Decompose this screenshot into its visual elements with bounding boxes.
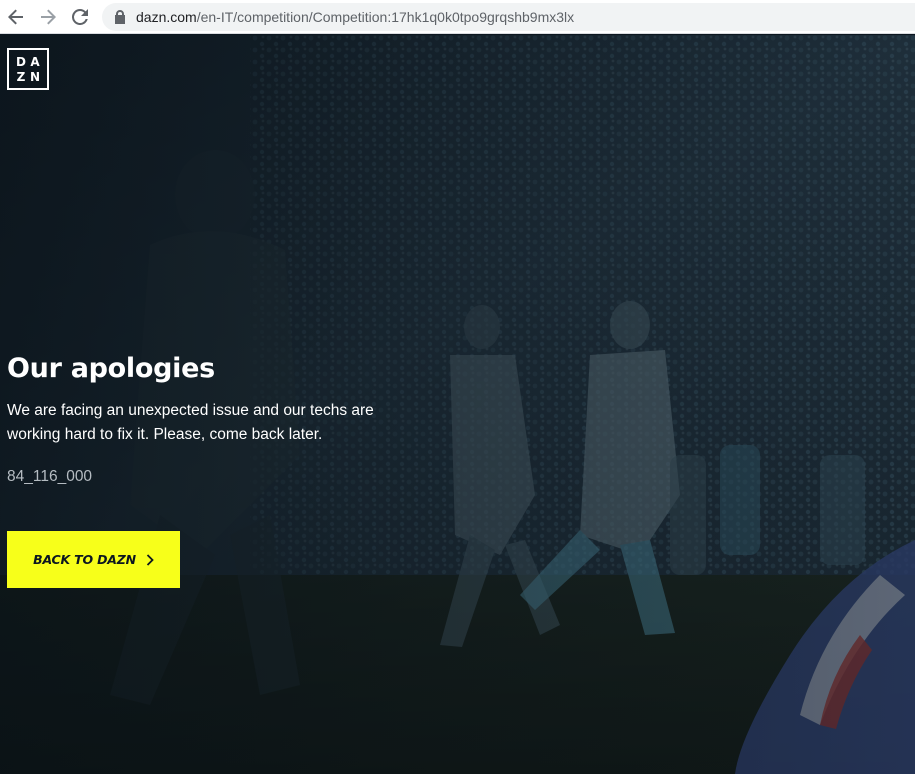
back-to-dazn-label: BACK TO DAZN xyxy=(33,552,136,567)
dazn-logo[interactable]: D A Z N xyxy=(7,48,49,90)
url-host: dazn.com xyxy=(136,9,197,25)
error-content: Our apologies We are facing an unexpecte… xyxy=(7,351,427,588)
url-path: /en-IT/competition/Competition:17hk1q0k0… xyxy=(196,9,575,25)
arrow-right-icon xyxy=(41,9,56,25)
address-bar[interactable]: dazn.com/en-IT/competition/Competition:1… xyxy=(102,3,915,31)
logo-letter: D xyxy=(16,54,26,69)
arrow-left-icon xyxy=(8,9,23,25)
browser-toolbar: dazn.com/en-IT/competition/Competition:1… xyxy=(0,0,915,34)
reload-icon xyxy=(72,9,88,25)
url-text[interactable]: dazn.com/en-IT/competition/Competition:1… xyxy=(136,8,574,26)
error-code: 84_116_000 xyxy=(7,468,93,485)
lock-icon xyxy=(115,10,125,24)
reload-button[interactable] xyxy=(68,5,92,29)
logo-letter: A xyxy=(30,54,40,69)
back-button[interactable] xyxy=(4,5,28,29)
logo-letter: N xyxy=(29,69,41,84)
logo-letter: Z xyxy=(16,69,26,84)
forward-button[interactable] xyxy=(36,5,60,29)
chevron-right-icon xyxy=(146,553,154,566)
error-page: D A Z N Our apologies We are facing an u… xyxy=(0,35,915,774)
error-title: Our apologies xyxy=(7,353,215,384)
error-message: We are facing an unexpected issue and ou… xyxy=(7,402,374,443)
back-to-dazn-button[interactable]: BACK TO DAZN xyxy=(7,531,180,588)
